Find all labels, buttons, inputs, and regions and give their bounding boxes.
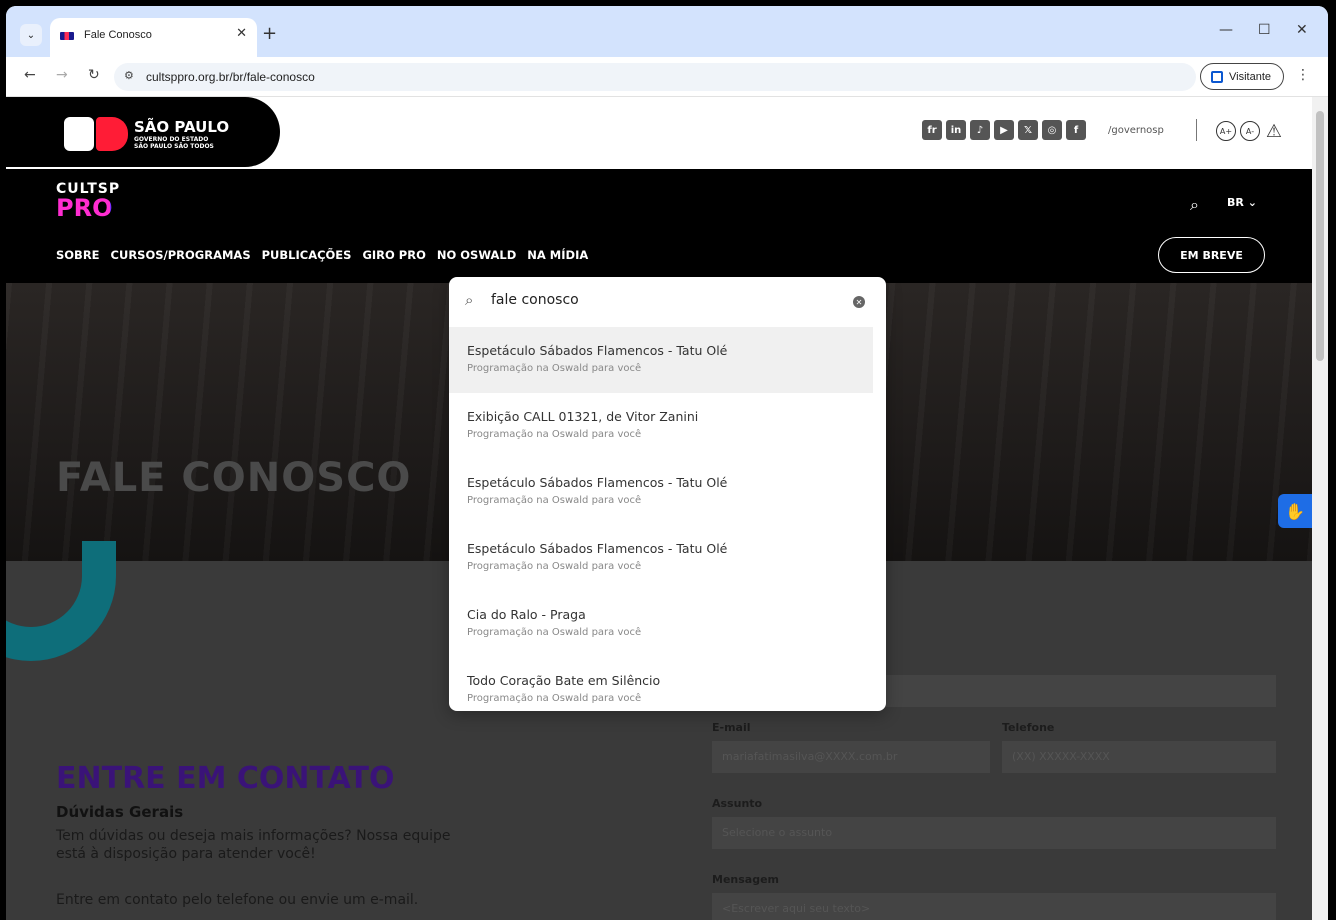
subject-label: Assunto [712, 797, 763, 810]
cultsp-pro-logo[interactable]: CULTSP PRO [56, 181, 146, 221]
new-tab-icon[interactable]: + [262, 23, 277, 44]
search-icon[interactable]: ⌕ [1190, 195, 1199, 215]
contact-subtitle: Dúvidas Gerais [56, 803, 184, 821]
search-result[interactable]: Todo Coração Bate em Silêncio Programaçã… [449, 657, 873, 711]
browser-toolbar: ← → ↻ ⚙ cultsppro.org.br/br/fale-conosco… [6, 57, 1328, 97]
tab-title: Fale Conosco [84, 29, 152, 41]
search-dropdown: ⌕ ✕ Espetáculo Sábados Flamencos - Tatu … [449, 277, 886, 711]
page-title: FALE CONOSCO [56, 455, 412, 501]
gov-name: SÃO PAULO [134, 118, 230, 136]
forward-icon[interactable]: → [56, 67, 68, 83]
reload-icon[interactable]: ↻ [88, 67, 100, 83]
social-links: fr in ♪ ▶ 𝕏 ◎ f [922, 120, 1086, 140]
profile-button[interactable]: Visitante [1200, 63, 1284, 90]
gov-logo[interactable]: SÃO PAULO GOVERNO DO ESTADO SÃO PAULO SÃ… [6, 97, 280, 167]
message-field[interactable]: <Escrever aqui seu texto> [712, 893, 1276, 920]
nav-sobre[interactable]: SOBRE [56, 248, 100, 262]
nav-cursos-programas[interactable]: CURSOS/PROGRAMAS [111, 248, 251, 262]
nav-no-oswald[interactable]: NO OSWALD [437, 248, 516, 262]
page-viewport: SÃO PAULO GOVERNO DO ESTADO SÃO PAULO SÃ… [6, 97, 1312, 920]
close-window-icon[interactable]: ✕ [1296, 22, 1308, 38]
tab-close-icon[interactable]: ✕ [236, 26, 247, 41]
address-bar[interactable]: ⚙ cultsppro.org.br/br/fale-conosco [114, 63, 1196, 91]
facebook-icon[interactable]: f [1066, 120, 1086, 140]
flickr-icon[interactable]: fr [922, 120, 942, 140]
tiktok-icon[interactable]: ♪ [970, 120, 990, 140]
gov-handle: /governosp [1108, 125, 1164, 136]
maximize-icon[interactable]: ☐ [1258, 22, 1271, 38]
search-input[interactable] [491, 292, 831, 308]
profile-icon [1211, 70, 1223, 83]
divider [1196, 119, 1197, 141]
scrollbar-thumb[interactable] [1316, 111, 1324, 361]
tab-strip: ⌄ Fale Conosco ✕ + — ☐ ✕ [6, 6, 1328, 57]
browser-window: ⌄ Fale Conosco ✕ + — ☐ ✕ ← → ↻ ⚙ cultspp… [6, 6, 1328, 920]
contrast-warning-icon[interactable]: ⚠ [1264, 121, 1284, 142]
page-scrollbar[interactable] [1312, 97, 1328, 920]
gov-line1: GOVERNO DO ESTADO [134, 136, 209, 143]
search-bar: ⌕ ✕ [449, 277, 886, 327]
search-result[interactable]: Espetáculo Sábados Flamencos - Tatu Olé … [449, 525, 873, 591]
decorative-arc [6, 541, 116, 661]
email-label: E-mail [712, 721, 751, 734]
x-icon[interactable]: 𝕏 [1018, 120, 1038, 140]
em-breve-button[interactable]: EM BREVE [1158, 237, 1265, 273]
minimize-icon[interactable]: — [1219, 22, 1233, 38]
contact-text-2: Entre em contato pelo telefone ou envie … [56, 892, 419, 908]
youtube-icon[interactable]: ▶ [994, 120, 1014, 140]
subject-select[interactable]: Selecione o assunto [712, 817, 1276, 849]
vlibras-sign-language-icon[interactable]: ✋ [1278, 494, 1312, 528]
phone-label: Telefone [1002, 721, 1055, 734]
font-increase-icon[interactable]: A+ [1216, 121, 1236, 141]
search-result[interactable]: Cia do Ralo - Praga Programação na Oswal… [449, 591, 873, 657]
tab-search-icon[interactable]: ⌄ [20, 24, 42, 46]
nav-na-midia[interactable]: NA MÍDIA [527, 248, 588, 262]
gov-bar: SÃO PAULO GOVERNO DO ESTADO SÃO PAULO SÃ… [6, 97, 1312, 169]
search-results: Espetáculo Sábados Flamencos - Tatu Olé … [449, 327, 886, 711]
site-info-icon[interactable]: ⚙ [124, 69, 134, 82]
language-selector[interactable]: BR ⌄ [1227, 196, 1257, 209]
url-text: cultsppro.org.br/br/fale-conosco [146, 70, 315, 84]
message-label: Mensagem [712, 873, 780, 886]
search-icon: ⌕ [465, 291, 474, 309]
main-nav: SOBRE CURSOS/PROGRAMAS PUBLICAÇÕES GIRO … [56, 248, 588, 262]
contact-title: ENTRE EM CONTATO [56, 761, 395, 796]
favicon-icon [60, 32, 74, 40]
nav-giro-pro[interactable]: GIRO PRO [362, 248, 425, 262]
linkedin-icon[interactable]: in [946, 120, 966, 140]
instagram-icon[interactable]: ◎ [1042, 120, 1062, 140]
gov-line2: SÃO PAULO SÃO TODOS [134, 143, 214, 150]
clear-search-icon[interactable]: ✕ [853, 296, 865, 308]
font-decrease-icon[interactable]: A- [1240, 121, 1260, 141]
phone-field[interactable]: (XX) XXXXX-XXXX [1002, 741, 1276, 773]
profile-label: Visitante [1229, 70, 1271, 83]
search-result[interactable]: Exibição CALL 01321, de Vitor Zanini Pro… [449, 393, 873, 459]
search-result[interactable]: Espetáculo Sábados Flamencos - Tatu Olé … [449, 327, 873, 393]
accessibility-controls: A+ A- ⚠ [1216, 121, 1284, 142]
email-field[interactable]: mariafatimasilva@XXXX.com.br [712, 741, 990, 773]
nav-publicacoes[interactable]: PUBLICAÇÕES [262, 248, 352, 262]
site-header: CULTSP PRO ⌕ BR ⌄ SOBRE CURSOS/PROGRAMAS… [6, 169, 1312, 283]
tab-fale-conosco[interactable]: Fale Conosco ✕ [50, 18, 257, 57]
search-result[interactable]: Espetáculo Sábados Flamencos - Tatu Olé … [449, 459, 873, 525]
browser-menu-icon[interactable]: ⋮ [1296, 67, 1310, 83]
sp-logo-icon [64, 117, 128, 151]
contact-text: Tem dúvidas ou deseja mais informações? … [56, 828, 451, 862]
back-icon[interactable]: ← [24, 67, 36, 83]
